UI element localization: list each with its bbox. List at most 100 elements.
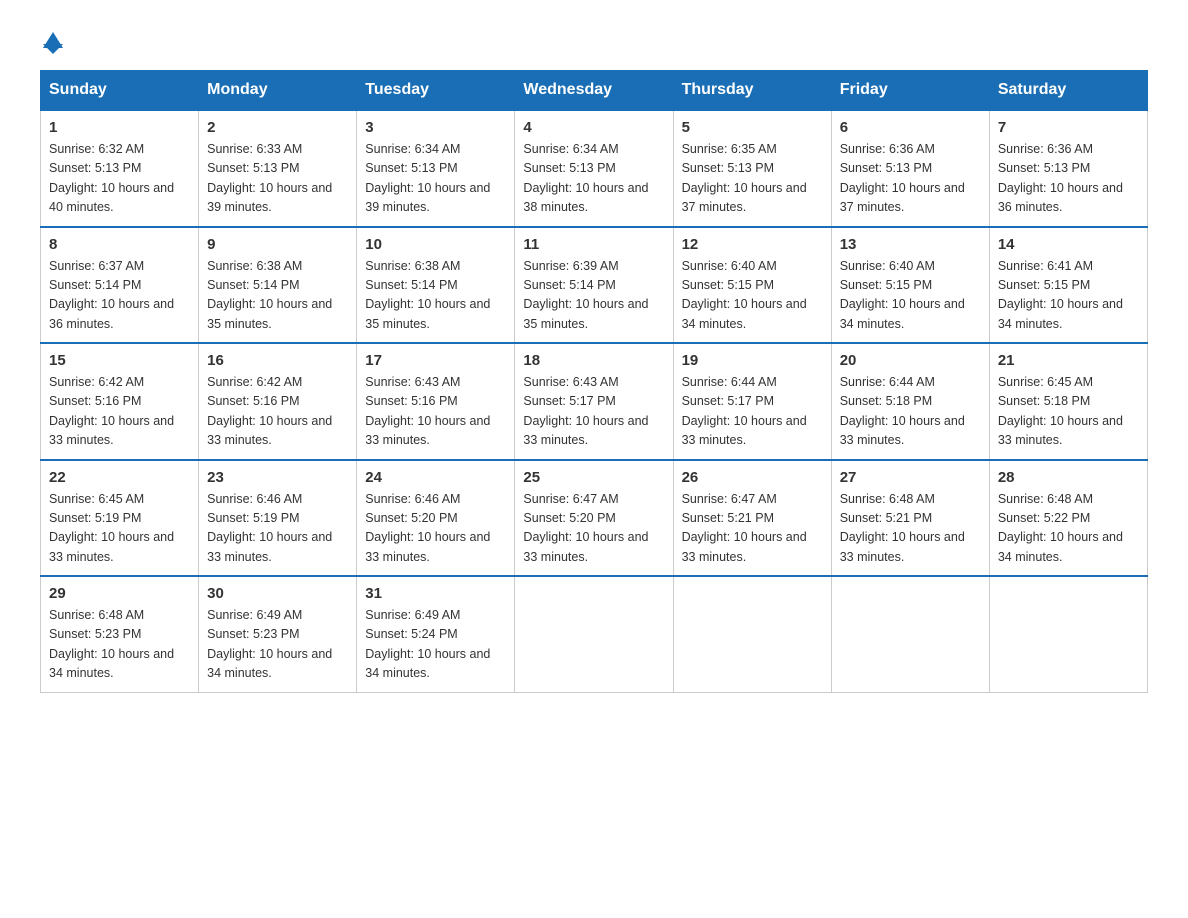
calendar-cell	[831, 576, 989, 692]
day-info: Sunrise: 6:47 AM Sunset: 5:21 PM Dayligh…	[682, 490, 823, 568]
calendar-cell: 22 Sunrise: 6:45 AM Sunset: 5:19 PM Dayl…	[41, 460, 199, 577]
calendar-cell: 12 Sunrise: 6:40 AM Sunset: 5:15 PM Dayl…	[673, 227, 831, 344]
calendar-cell: 18 Sunrise: 6:43 AM Sunset: 5:17 PM Dayl…	[515, 343, 673, 460]
day-number: 16	[207, 352, 348, 369]
day-number: 31	[365, 585, 506, 602]
calendar-cell	[989, 576, 1147, 692]
day-number: 17	[365, 352, 506, 369]
calendar-cell	[673, 576, 831, 692]
calendar-cell: 8 Sunrise: 6:37 AM Sunset: 5:14 PM Dayli…	[41, 227, 199, 344]
day-info: Sunrise: 6:42 AM Sunset: 5:16 PM Dayligh…	[207, 373, 348, 451]
calendar-week-row: 1 Sunrise: 6:32 AM Sunset: 5:13 PM Dayli…	[41, 110, 1148, 227]
day-info: Sunrise: 6:46 AM Sunset: 5:19 PM Dayligh…	[207, 490, 348, 568]
calendar-cell: 20 Sunrise: 6:44 AM Sunset: 5:18 PM Dayl…	[831, 343, 989, 460]
calendar-cell: 25 Sunrise: 6:47 AM Sunset: 5:20 PM Dayl…	[515, 460, 673, 577]
day-number: 13	[840, 236, 981, 253]
day-info: Sunrise: 6:43 AM Sunset: 5:17 PM Dayligh…	[523, 373, 664, 451]
calendar-cell: 6 Sunrise: 6:36 AM Sunset: 5:13 PM Dayli…	[831, 110, 989, 227]
calendar-header-row: SundayMondayTuesdayWednesdayThursdayFrid…	[41, 71, 1148, 111]
day-number: 27	[840, 469, 981, 486]
calendar-table: SundayMondayTuesdayWednesdayThursdayFrid…	[40, 70, 1148, 693]
day-number: 3	[365, 119, 506, 136]
calendar-cell: 4 Sunrise: 6:34 AM Sunset: 5:13 PM Dayli…	[515, 110, 673, 227]
calendar-cell: 19 Sunrise: 6:44 AM Sunset: 5:17 PM Dayl…	[673, 343, 831, 460]
day-info: Sunrise: 6:32 AM Sunset: 5:13 PM Dayligh…	[49, 140, 190, 218]
day-number: 29	[49, 585, 190, 602]
day-info: Sunrise: 6:47 AM Sunset: 5:20 PM Dayligh…	[523, 490, 664, 568]
day-number: 11	[523, 236, 664, 253]
day-number: 26	[682, 469, 823, 486]
calendar-cell: 5 Sunrise: 6:35 AM Sunset: 5:13 PM Dayli…	[673, 110, 831, 227]
day-number: 12	[682, 236, 823, 253]
day-number: 6	[840, 119, 981, 136]
calendar-cell: 29 Sunrise: 6:48 AM Sunset: 5:23 PM Dayl…	[41, 576, 199, 692]
day-info: Sunrise: 6:45 AM Sunset: 5:19 PM Dayligh…	[49, 490, 190, 568]
day-info: Sunrise: 6:35 AM Sunset: 5:13 PM Dayligh…	[682, 140, 823, 218]
calendar-cell: 10 Sunrise: 6:38 AM Sunset: 5:14 PM Dayl…	[357, 227, 515, 344]
day-number: 20	[840, 352, 981, 369]
header-sunday: Sunday	[41, 71, 199, 111]
day-info: Sunrise: 6:36 AM Sunset: 5:13 PM Dayligh…	[998, 140, 1139, 218]
day-info: Sunrise: 6:39 AM Sunset: 5:14 PM Dayligh…	[523, 257, 664, 335]
day-info: Sunrise: 6:38 AM Sunset: 5:14 PM Dayligh…	[365, 257, 506, 335]
day-info: Sunrise: 6:40 AM Sunset: 5:15 PM Dayligh…	[682, 257, 823, 335]
day-info: Sunrise: 6:40 AM Sunset: 5:15 PM Dayligh…	[840, 257, 981, 335]
calendar-cell: 15 Sunrise: 6:42 AM Sunset: 5:16 PM Dayl…	[41, 343, 199, 460]
calendar-cell: 23 Sunrise: 6:46 AM Sunset: 5:19 PM Dayl…	[199, 460, 357, 577]
day-number: 22	[49, 469, 190, 486]
calendar-cell: 13 Sunrise: 6:40 AM Sunset: 5:15 PM Dayl…	[831, 227, 989, 344]
calendar-cell: 2 Sunrise: 6:33 AM Sunset: 5:13 PM Dayli…	[199, 110, 357, 227]
calendar-cell: 17 Sunrise: 6:43 AM Sunset: 5:16 PM Dayl…	[357, 343, 515, 460]
day-info: Sunrise: 6:33 AM Sunset: 5:13 PM Dayligh…	[207, 140, 348, 218]
day-info: Sunrise: 6:44 AM Sunset: 5:18 PM Dayligh…	[840, 373, 981, 451]
logo	[40, 30, 63, 50]
day-number: 18	[523, 352, 664, 369]
day-info: Sunrise: 6:49 AM Sunset: 5:23 PM Dayligh…	[207, 606, 348, 684]
calendar-cell: 1 Sunrise: 6:32 AM Sunset: 5:13 PM Dayli…	[41, 110, 199, 227]
calendar-week-row: 8 Sunrise: 6:37 AM Sunset: 5:14 PM Dayli…	[41, 227, 1148, 344]
day-number: 14	[998, 236, 1139, 253]
calendar-cell: 26 Sunrise: 6:47 AM Sunset: 5:21 PM Dayl…	[673, 460, 831, 577]
calendar-cell: 16 Sunrise: 6:42 AM Sunset: 5:16 PM Dayl…	[199, 343, 357, 460]
calendar-cell: 24 Sunrise: 6:46 AM Sunset: 5:20 PM Dayl…	[357, 460, 515, 577]
day-info: Sunrise: 6:37 AM Sunset: 5:14 PM Dayligh…	[49, 257, 190, 335]
header-monday: Monday	[199, 71, 357, 111]
calendar-cell: 21 Sunrise: 6:45 AM Sunset: 5:18 PM Dayl…	[989, 343, 1147, 460]
day-info: Sunrise: 6:41 AM Sunset: 5:15 PM Dayligh…	[998, 257, 1139, 335]
day-info: Sunrise: 6:48 AM Sunset: 5:21 PM Dayligh…	[840, 490, 981, 568]
header-friday: Friday	[831, 71, 989, 111]
day-number: 23	[207, 469, 348, 486]
day-info: Sunrise: 6:46 AM Sunset: 5:20 PM Dayligh…	[365, 490, 506, 568]
day-info: Sunrise: 6:38 AM Sunset: 5:14 PM Dayligh…	[207, 257, 348, 335]
header-wednesday: Wednesday	[515, 71, 673, 111]
calendar-cell: 7 Sunrise: 6:36 AM Sunset: 5:13 PM Dayli…	[989, 110, 1147, 227]
calendar-week-row: 22 Sunrise: 6:45 AM Sunset: 5:19 PM Dayl…	[41, 460, 1148, 577]
day-number: 10	[365, 236, 506, 253]
day-number: 7	[998, 119, 1139, 136]
day-number: 30	[207, 585, 348, 602]
calendar-week-row: 29 Sunrise: 6:48 AM Sunset: 5:23 PM Dayl…	[41, 576, 1148, 692]
calendar-week-row: 15 Sunrise: 6:42 AM Sunset: 5:16 PM Dayl…	[41, 343, 1148, 460]
day-number: 21	[998, 352, 1139, 369]
day-number: 15	[49, 352, 190, 369]
day-info: Sunrise: 6:48 AM Sunset: 5:23 PM Dayligh…	[49, 606, 190, 684]
day-number: 1	[49, 119, 190, 136]
calendar-cell: 3 Sunrise: 6:34 AM Sunset: 5:13 PM Dayli…	[357, 110, 515, 227]
calendar-cell: 11 Sunrise: 6:39 AM Sunset: 5:14 PM Dayl…	[515, 227, 673, 344]
day-info: Sunrise: 6:34 AM Sunset: 5:13 PM Dayligh…	[523, 140, 664, 218]
day-number: 19	[682, 352, 823, 369]
day-info: Sunrise: 6:48 AM Sunset: 5:22 PM Dayligh…	[998, 490, 1139, 568]
day-info: Sunrise: 6:42 AM Sunset: 5:16 PM Dayligh…	[49, 373, 190, 451]
header-saturday: Saturday	[989, 71, 1147, 111]
calendar-cell: 28 Sunrise: 6:48 AM Sunset: 5:22 PM Dayl…	[989, 460, 1147, 577]
header-tuesday: Tuesday	[357, 71, 515, 111]
day-info: Sunrise: 6:43 AM Sunset: 5:16 PM Dayligh…	[365, 373, 506, 451]
day-info: Sunrise: 6:49 AM Sunset: 5:24 PM Dayligh…	[365, 606, 506, 684]
day-info: Sunrise: 6:36 AM Sunset: 5:13 PM Dayligh…	[840, 140, 981, 218]
header-thursday: Thursday	[673, 71, 831, 111]
day-info: Sunrise: 6:34 AM Sunset: 5:13 PM Dayligh…	[365, 140, 506, 218]
day-info: Sunrise: 6:44 AM Sunset: 5:17 PM Dayligh…	[682, 373, 823, 451]
day-number: 24	[365, 469, 506, 486]
day-number: 28	[998, 469, 1139, 486]
day-number: 2	[207, 119, 348, 136]
